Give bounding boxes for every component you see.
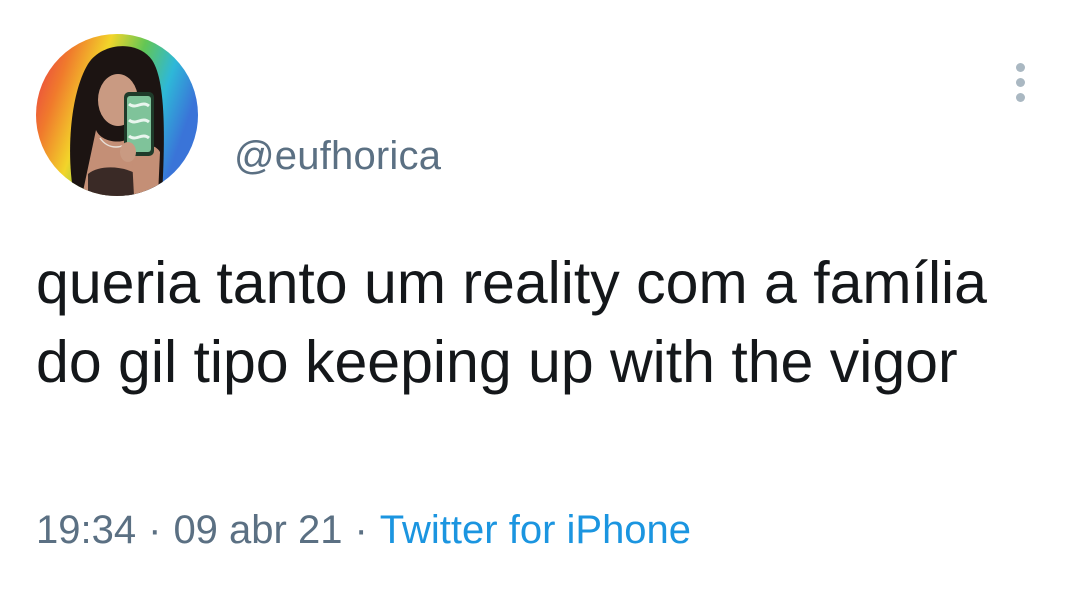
profile-photo-icon	[36, 34, 198, 196]
tweet-card: @eufhorica queria tanto um reality com a…	[0, 0, 1077, 591]
tweet-time[interactable]: 19:34	[36, 508, 136, 552]
tweet-text: queria tanto um reality com a família do…	[36, 250, 987, 395]
more-vertical-icon	[1015, 62, 1025, 72]
more-vertical-icon	[1015, 77, 1025, 87]
meta-separator: ·	[354, 508, 368, 552]
more-vertical-icon	[1015, 92, 1025, 102]
user-handle[interactable]: @eufhorica	[234, 130, 441, 182]
meta-separator: ·	[148, 508, 162, 552]
more-options-button[interactable]	[1000, 58, 1040, 106]
tweet-source-link[interactable]: Twitter for iPhone	[380, 508, 691, 552]
tweet-date[interactable]: 09 abr 21	[173, 508, 342, 552]
tweet-metadata: 19:34 · 09 abr 21 · Twitter for iPhone	[36, 504, 691, 556]
avatar[interactable]	[36, 34, 198, 196]
